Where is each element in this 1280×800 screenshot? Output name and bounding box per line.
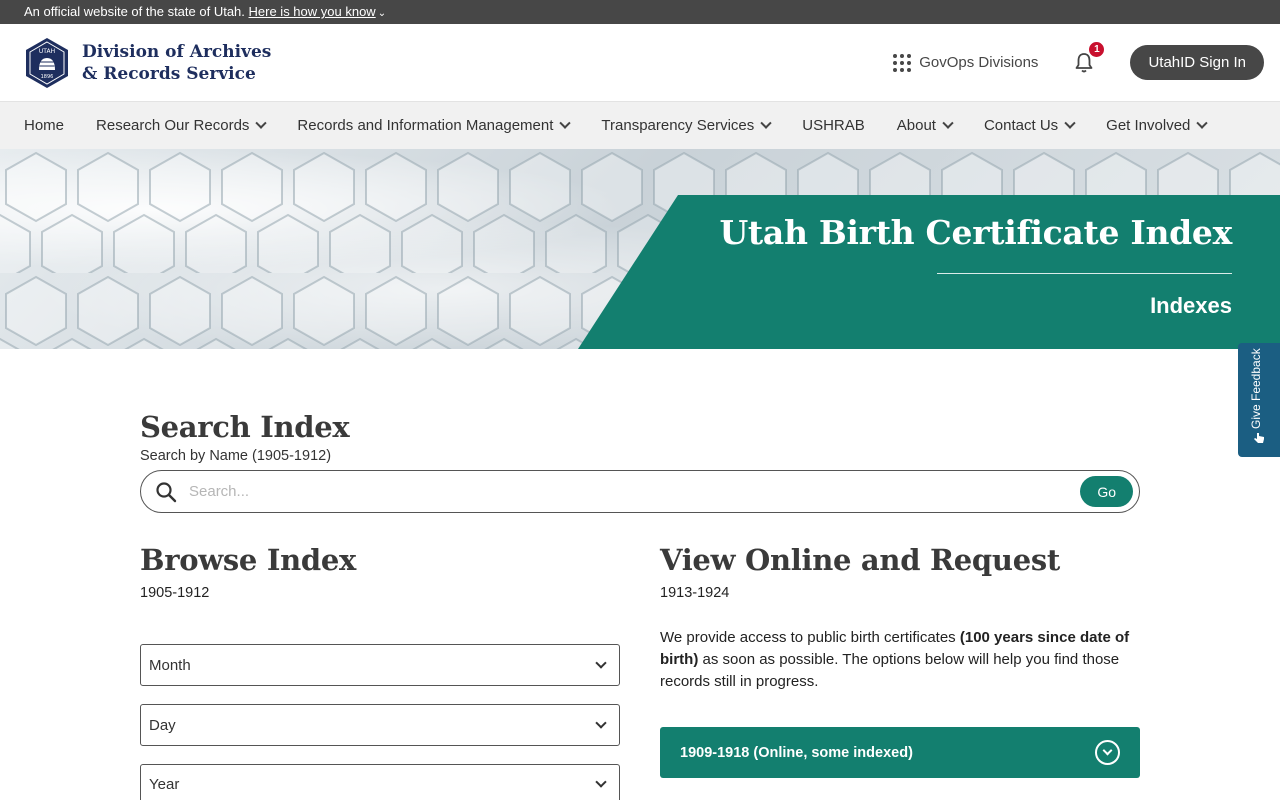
view-date-range: 1913-1924: [660, 585, 730, 601]
access-text-end: as soon as possible. The options below w…: [660, 651, 1120, 690]
govops-divisions-button[interactable]: GovOps Divisions: [893, 53, 1039, 72]
nav-records-information-management[interactable]: Records and Information Management: [297, 117, 572, 134]
hero-banner: Utah Birth Certificate Index Indexes: [0, 149, 1280, 349]
chevron-down-icon: [1064, 117, 1076, 129]
brand-line-2: & Records Service: [82, 63, 256, 84]
nav-transparency-services[interactable]: Transparency Services: [601, 117, 772, 134]
main-navigation: Home Research Our Records Records and In…: [0, 102, 1280, 149]
seal-text-top: UTAH: [39, 48, 55, 55]
utahid-sign-in-button[interactable]: UtahID Sign In: [1130, 45, 1264, 80]
main-content: Search Index Search by Name (1905-1912) …: [140, 410, 1140, 800]
brand-line-1: Division of Archives: [82, 41, 272, 62]
site-header: UTAH 1896 Division of Archives & Records…: [0, 24, 1280, 102]
chevron-down-icon: [942, 117, 954, 129]
day-select[interactable]: Day: [140, 704, 620, 746]
nav-contact-label: Contact Us: [983, 117, 1059, 134]
chevron-down-icon: [559, 117, 572, 129]
accordion-label: 1909-1918 (Online, some indexed): [680, 744, 913, 761]
nav-ushrab-label: USHRAB: [802, 117, 865, 134]
division-name: Division of Archives & Records Service: [82, 41, 271, 85]
search-icon: [156, 481, 177, 502]
nav-contact-us[interactable]: Contact Us: [983, 117, 1076, 134]
search-by-name-label: Search by Name (1905-1912): [140, 448, 332, 464]
brand-logo-link[interactable]: UTAH 1896 Division of Archives & Records…: [24, 37, 271, 89]
chevron-down-icon: [595, 657, 607, 669]
year-select-value: Year: [149, 775, 180, 793]
access-description: We provide access to public birth certif…: [660, 627, 1140, 693]
govops-label: GovOps Divisions: [919, 54, 1039, 71]
search-input[interactable]: [189, 483, 1081, 500]
two-column-section: Browse Index 1905-1912 Month Day Year Vi…: [140, 543, 1140, 800]
view-online-request-section: View Online and Request 1913-1924 We pro…: [660, 543, 1140, 800]
utah-seal-icon: UTAH 1896: [26, 37, 68, 88]
nav-research-label: Research Our Records: [96, 117, 250, 134]
view-online-heading: View Online and Request: [660, 543, 1060, 577]
nav-about-label: About: [896, 117, 936, 134]
chevron-down-icon: [1196, 117, 1209, 129]
page-subtitle: Indexes: [1150, 293, 1232, 318]
nav-home[interactable]: Home: [24, 117, 64, 134]
official-website-banner: An official website of the state of Utah…: [0, 0, 1280, 24]
give-feedback-tab[interactable]: Give Feedback: [1238, 343, 1280, 457]
chevron-down-icon: [760, 117, 772, 129]
nav-home-label: Home: [24, 117, 65, 134]
accordion-1909-1918[interactable]: 1909-1918 (Online, some indexed): [660, 727, 1140, 778]
notification-count-badge: 1: [1089, 41, 1105, 57]
search-index-section: Search Index Search by Name (1905-1912) …: [140, 410, 1140, 513]
search-index-heading: Search Index: [140, 410, 350, 444]
official-banner-text: An official website of the state of Utah…: [24, 4, 245, 19]
month-select-value: Month: [149, 656, 191, 674]
chevron-circle-down-icon: [1095, 740, 1120, 765]
access-text-start: We provide access to public birth certif…: [660, 629, 960, 646]
how-you-know-link[interactable]: Here is how you know: [249, 4, 376, 19]
pointer-hand-icon: [1254, 433, 1264, 443]
nav-research-our-records[interactable]: Research Our Records: [96, 117, 268, 134]
give-feedback-label: Give Feedback: [1249, 348, 1263, 429]
chevron-down-icon: ⌄: [377, 8, 387, 19]
browse-date-range: 1905-1912: [140, 585, 210, 601]
seal-text-bottom: 1896: [41, 74, 54, 80]
grid-dots-icon: [893, 53, 912, 72]
nav-get-involved-label: Get Involved: [1106, 117, 1191, 134]
nav-about[interactable]: About: [896, 117, 954, 134]
browse-index-section: Browse Index 1905-1912 Month Day Year: [140, 543, 620, 800]
chevron-down-icon: [255, 117, 268, 129]
search-go-button[interactable]: Go: [1080, 476, 1133, 507]
month-select[interactable]: Month: [140, 644, 620, 686]
nav-ushrab[interactable]: USHRAB: [802, 117, 865, 134]
header-actions: GovOps Divisions 1 UtahID Sign In: [893, 41, 1264, 80]
day-select-value: Day: [149, 716, 176, 734]
nav-rim-label: Records and Information Management: [297, 117, 554, 134]
hero-divider: [937, 273, 1232, 274]
search-bar: Go: [140, 470, 1140, 513]
page-title: Utah Birth Certificate Index: [719, 213, 1232, 252]
chevron-down-icon: [595, 776, 607, 788]
browse-index-heading: Browse Index: [140, 543, 357, 577]
notifications-button[interactable]: 1: [1072, 41, 1105, 75]
nav-transparency-label: Transparency Services: [601, 117, 755, 134]
year-select[interactable]: Year: [140, 764, 620, 800]
chevron-down-icon: [595, 717, 607, 729]
nav-get-involved[interactable]: Get Involved: [1106, 117, 1209, 134]
